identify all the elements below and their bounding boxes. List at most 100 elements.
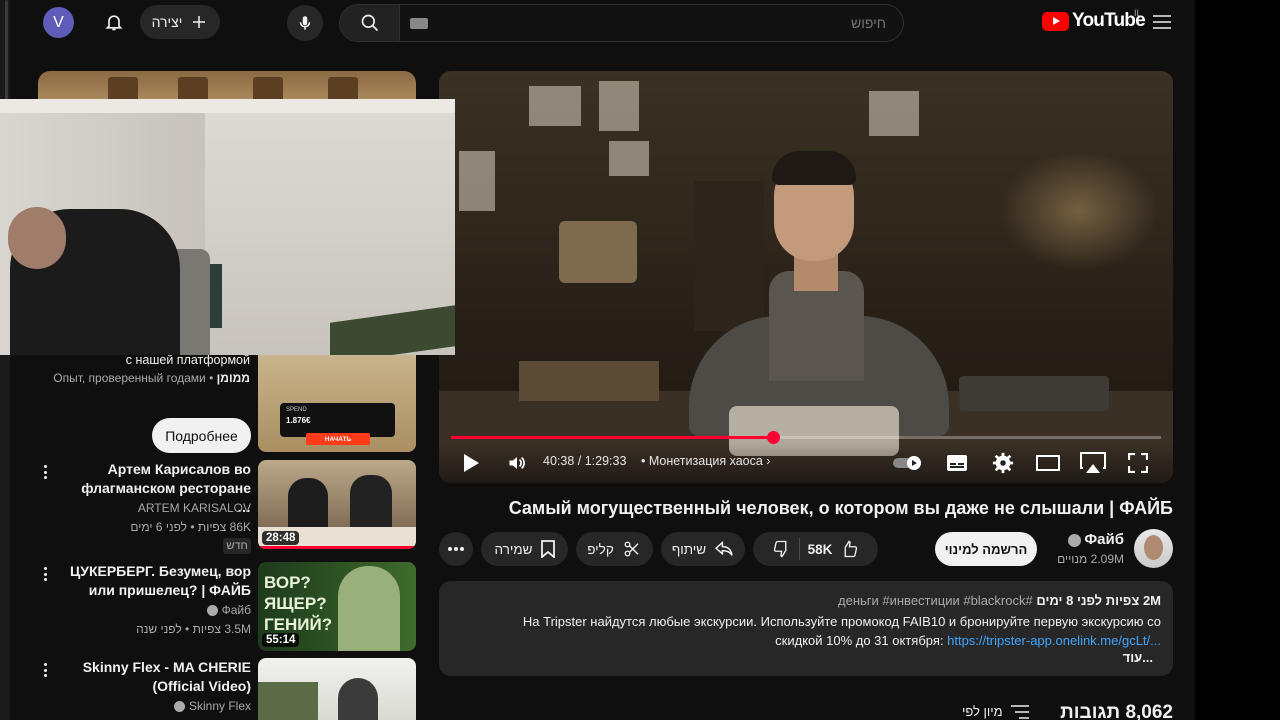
pip-ceiling	[0, 99, 455, 113]
watched-bar	[258, 546, 416, 549]
sort-icon	[1010, 704, 1029, 719]
hamburger-menu-icon	[1153, 15, 1171, 29]
subtitles-button[interactable]	[945, 451, 969, 475]
guide-menu-button[interactable]	[1148, 8, 1176, 36]
recommendation-channel[interactable]: Skinny Flex	[68, 699, 251, 713]
recommendation-title[interactable]: Skinny Flex - MA CHERIE (Official Video)	[68, 658, 251, 696]
ad-meta: ממומן • Опыт, проверенный годами	[53, 371, 250, 385]
scrubber-handle[interactable]	[767, 431, 780, 444]
fullscreen-button[interactable]	[1127, 451, 1149, 475]
more-actions-button[interactable]	[439, 532, 473, 566]
thumbnail-text: ВОР? ЯЩЕР? ГЕНИЙ?	[264, 573, 333, 634]
wall-frame	[529, 86, 581, 126]
presenter-hair	[772, 151, 856, 185]
sponsored-label: ממומן	[216, 371, 250, 385]
channel-label: Файб	[221, 603, 251, 617]
sort-comments-button[interactable]: מיון לפי	[962, 704, 1029, 719]
pip-person-head	[8, 207, 66, 269]
shelf	[694, 181, 764, 331]
thumbnail-chair	[338, 678, 378, 720]
video-duration: 55:14	[262, 633, 300, 647]
thumbnail-face	[338, 566, 400, 651]
share-label: שיתוף	[671, 541, 707, 557]
save-button[interactable]: שמירה	[481, 532, 568, 566]
wall-frame	[869, 91, 919, 136]
voice-search-button[interactable]	[287, 5, 323, 41]
more-vertical-icon[interactable]	[38, 564, 52, 584]
search-button[interactable]	[340, 5, 400, 41]
hashtags[interactable]: #деньги #инвестиции #blackrock	[838, 593, 1033, 608]
verified-badge-icon	[206, 605, 218, 617]
youtube-logo[interactable]: YouTube	[1042, 10, 1146, 32]
dislike-icon[interactable]	[773, 540, 791, 558]
more-vertical-icon[interactable]	[38, 660, 52, 680]
gear-icon	[992, 452, 1014, 474]
book-stack	[519, 361, 659, 401]
more-vertical-icon[interactable]	[38, 462, 52, 482]
settings-button[interactable]	[991, 451, 1015, 475]
like-count[interactable]: 58K	[808, 542, 833, 557]
recommendation-stats: 86K צפיות • לפני 6 ימים	[130, 520, 251, 534]
video-duration: 28:48	[262, 531, 300, 545]
create-button[interactable]: יצירה	[140, 5, 220, 39]
ad-thumbnail[interactable]: SPEND 1.876€ НАЧАТЬ	[258, 355, 416, 452]
search-input[interactable]	[402, 5, 902, 41]
play-button[interactable]	[461, 451, 481, 475]
subscriber-count: 2.09M מנויים	[1057, 552, 1124, 566]
create-label: יצירה	[151, 14, 183, 30]
screen-edge	[1195, 0, 1280, 720]
channel-name[interactable]: Файб	[1040, 531, 1124, 548]
subscribe-button[interactable]: הרשמה למינוי	[935, 532, 1037, 566]
share-button[interactable]: שיתוף	[661, 532, 745, 566]
microphone-icon	[299, 16, 311, 30]
recommendation-item[interactable]: Skinny Flex - MA CHERIE (Official Video)…	[38, 658, 416, 720]
account-avatar[interactable]: V	[43, 7, 74, 38]
recommendation-thumbnail[interactable]: ВОР? ЯЩЕР? ГЕНИЙ? 55:14	[258, 562, 416, 651]
airplay-icon	[1080, 452, 1106, 473]
top-bar: V יצירה YouTube IL	[0, 0, 1195, 46]
search-icon	[361, 14, 378, 32]
recommendation-thumbnail[interactable]	[258, 658, 416, 720]
video-player[interactable]: 40:38 / 1:29:33 • Монетизация хаоса ›	[439, 71, 1173, 483]
recommendation-thumbnail[interactable]: 28:48	[258, 460, 416, 549]
verified-badge-icon	[173, 701, 185, 713]
description-link[interactable]: https://tripster-app.onelink.me/gcLt/...	[947, 633, 1161, 648]
show-more-button[interactable]: ...עוד	[1123, 650, 1153, 665]
chapter-title[interactable]: • Монетизация хаоса ›	[641, 454, 770, 468]
vintage-radio	[559, 221, 637, 283]
volume-button[interactable]	[505, 451, 529, 475]
wall-frame	[609, 141, 649, 176]
ad-text: с нашей платформой	[125, 353, 250, 367]
recommendation-item[interactable]: ЦУКЕРБЕРГ. Безумец, вор или пришелец? | …	[38, 562, 416, 652]
notifications-bell-icon[interactable]	[98, 6, 130, 38]
theater-mode-button[interactable]	[1036, 451, 1060, 475]
recommendation-channel[interactable]: Файб	[68, 603, 251, 617]
ad-card-label: SPEND	[286, 407, 307, 413]
recommendation-channel[interactable]: ARTEM KARISALOV	[68, 501, 251, 515]
bookmark-icon	[540, 540, 555, 558]
like-icon[interactable]	[840, 540, 858, 558]
picture-in-picture-window[interactable]	[0, 99, 455, 355]
autoplay-toggle[interactable]	[892, 451, 924, 475]
ad-tagline: Опыт, проверенный годами	[53, 371, 206, 385]
play-icon	[464, 454, 479, 472]
progress-fill	[451, 436, 773, 439]
like-divider	[798, 538, 800, 560]
ad-card-button: НАЧАТЬ	[306, 433, 370, 445]
thumbnail-trees	[258, 682, 318, 720]
description-meta: 2M צפיות לפני 8 ימים #деньги #инвестиции…	[838, 593, 1161, 608]
new-badge: חדש	[223, 538, 251, 554]
youtube-app: V יצירה YouTube IL	[0, 0, 1195, 720]
ad-more-info-button[interactable]: Подробнее	[152, 418, 251, 453]
recommendation-item[interactable]: Артем Карисалов во флагманском ресторане…	[38, 460, 416, 554]
volume-icon	[509, 456, 525, 470]
clip-button[interactable]: קליפ	[576, 532, 653, 566]
recommendation-title[interactable]: ЦУКЕРБЕРГ. Безумец, вор или пришелец? | …	[68, 562, 251, 600]
description-box[interactable]: 2M צפיות לפני 8 ימים #деньги #инвестиции…	[439, 581, 1173, 676]
airplay-button[interactable]	[1080, 451, 1106, 475]
like-dislike-group: 58K	[753, 532, 878, 566]
verified-badge-icon	[1068, 534, 1081, 547]
progress-bar[interactable]	[451, 431, 1161, 444]
channel-avatar[interactable]	[1134, 529, 1173, 568]
description-text: На Tripster найдутся любые экскурсии. Ис…	[481, 612, 1161, 650]
